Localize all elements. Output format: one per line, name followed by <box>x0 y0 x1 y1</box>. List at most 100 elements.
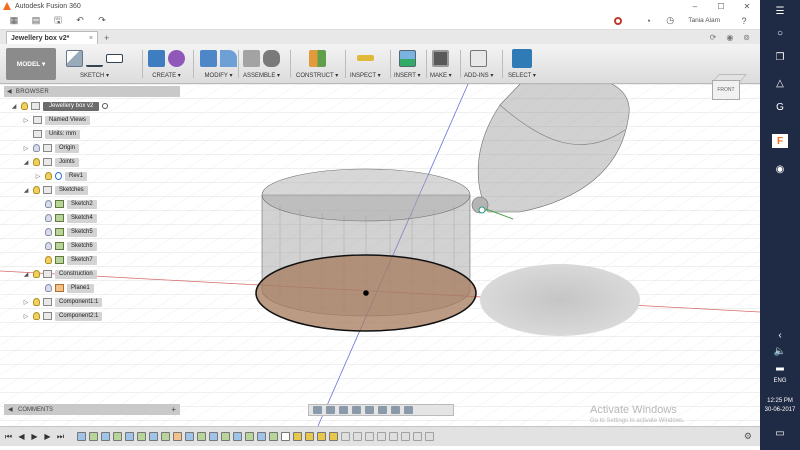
timeline-feature[interactable] <box>317 432 326 441</box>
fit-icon[interactable] <box>365 406 374 414</box>
form-sphere-icon[interactable] <box>168 49 185 67</box>
view-cube-front-face[interactable]: FRONT <box>712 80 740 100</box>
timeline-feature[interactable] <box>125 432 134 441</box>
network-icon[interactable]: ▂ <box>772 358 788 372</box>
tree-item-sketch6[interactable]: Sketch6 <box>42 240 97 252</box>
tree-item-sketch4[interactable]: Sketch4 <box>42 212 97 224</box>
visibility-bulb-icon[interactable] <box>45 200 52 208</box>
scripts-addins-icon[interactable] <box>470 49 488 67</box>
joint-marker-icon[interactable] <box>478 206 486 214</box>
redo-icon[interactable]: ↷ <box>94 14 110 28</box>
timeline-feature[interactable] <box>137 432 146 441</box>
grid-settings-icon[interactable] <box>391 406 400 414</box>
visibility-bulb-icon[interactable] <box>33 186 40 194</box>
visibility-bulb-icon[interactable] <box>45 214 52 222</box>
timeline-feature[interactable] <box>113 432 122 441</box>
chrome-icon[interactable]: ◉ <box>772 162 788 176</box>
google-drive-icon[interactable]: △ <box>772 76 788 90</box>
collapse-arrow-icon[interactable]: ◀ <box>8 406 13 413</box>
addins-group[interactable]: ADD-INS ▾ <box>464 47 493 83</box>
make-group[interactable]: MAKE ▾ <box>430 47 452 83</box>
timeline-feature[interactable] <box>413 432 422 441</box>
visibility-bulb-icon[interactable] <box>45 284 52 292</box>
timeline-first-button[interactable]: ⏮ <box>4 432 13 442</box>
joint-icon[interactable] <box>263 49 281 67</box>
expand-arrow-icon[interactable]: ◢ <box>10 103 18 110</box>
file-menu-icon[interactable]: ▤ <box>28 14 44 28</box>
volume-icon[interactable]: 🔈 <box>772 344 788 358</box>
job-status-icon[interactable]: ◔ <box>640 14 656 28</box>
data-icon[interactable]: ⊚ <box>743 31 750 44</box>
tree-item-sketch2[interactable]: Sketch2 <box>42 198 97 210</box>
timeline-feature[interactable] <box>389 432 398 441</box>
timeline-feature[interactable] <box>353 432 362 441</box>
timeline-feature[interactable] <box>257 432 266 441</box>
workspace-switcher-button[interactable]: MODEL ▾ <box>6 48 56 80</box>
zoom-icon[interactable] <box>352 406 361 414</box>
document-tab[interactable]: Jewellery box v2* × <box>6 31 98 44</box>
expand-arrow-icon[interactable]: ▷ <box>22 117 30 124</box>
timeline-feature[interactable] <box>365 432 374 441</box>
close-button[interactable]: ✕ <box>734 2 760 11</box>
tree-item-plane1[interactable]: Plane1 <box>42 282 94 294</box>
timeline-next-button[interactable]: ▶ <box>43 432 52 441</box>
expand-arrow-icon[interactable]: ◢ <box>22 271 30 278</box>
timeline-feature[interactable] <box>269 432 278 441</box>
comments-panel[interactable]: ◀ COMMENTS + <box>4 404 180 415</box>
tree-item-rev1[interactable]: ▷ Rev1 <box>34 170 88 182</box>
timeline-settings-icon[interactable]: ⚙ <box>744 431 752 442</box>
timeline-feature[interactable] <box>233 432 242 441</box>
visibility-bulb-icon[interactable] <box>33 312 40 320</box>
timeline-track[interactable] <box>77 432 434 441</box>
timeline-feature[interactable] <box>341 432 350 441</box>
select-group[interactable]: SELECT ▾ <box>508 47 536 83</box>
maximize-button[interactable]: ☐ <box>708 2 734 11</box>
clock-date[interactable]: 30-06-2017 <box>760 407 800 413</box>
hamburger-menu-icon[interactable]: ☰ <box>772 4 788 18</box>
tree-root[interactable]: ◢ Jewellery box v2 <box>10 100 109 112</box>
user-name[interactable]: Tania Alam <box>688 17 720 24</box>
expand-arrow-icon[interactable]: ▷ <box>22 145 30 152</box>
tree-item-joints[interactable]: ◢ Joints <box>22 156 79 168</box>
visibility-bulb-icon[interactable] <box>45 242 52 250</box>
box-body-top[interactable] <box>261 168 471 222</box>
line-icon[interactable] <box>86 50 103 67</box>
expand-arrow-icon[interactable]: ◢ <box>22 187 30 194</box>
view-cube[interactable]: FRONT <box>708 74 747 104</box>
data-panel-grid-icon[interactable]: ▦ <box>6 14 22 28</box>
tree-item-sketches[interactable]: ◢ Sketches <box>22 184 88 196</box>
timeline-feature[interactable] <box>305 432 314 441</box>
create-sketch-icon[interactable] <box>66 49 83 67</box>
action-center-icon[interactable]: ▭ <box>772 426 788 440</box>
timeline-feature[interactable] <box>101 432 110 441</box>
create-group[interactable]: CREATE ▾ <box>148 47 185 83</box>
timeline-feature[interactable] <box>89 432 98 441</box>
minimize-button[interactable]: ‒ <box>682 2 708 11</box>
timeline-feature[interactable] <box>185 432 194 441</box>
construct-group[interactable]: CONSTRUCT ▾ <box>296 47 338 83</box>
fillet-icon[interactable] <box>220 49 237 67</box>
pan-hand-icon[interactable] <box>339 406 348 414</box>
help-icon[interactable]: ? <box>736 14 752 28</box>
task-view-icon[interactable]: ❐ <box>772 50 788 64</box>
expand-arrow-icon[interactable]: ▷ <box>22 313 30 320</box>
inspect-group[interactable]: INSPECT ▾ <box>350 47 381 83</box>
insert-group[interactable]: INSERT ▾ <box>394 47 420 83</box>
modify-group[interactable]: MODIFY ▾ <box>200 47 237 83</box>
new-tab-icon[interactable]: + <box>104 32 109 44</box>
undo-icon[interactable]: ↶ <box>72 14 88 28</box>
tab-close-icon[interactable]: × <box>89 35 93 42</box>
timeline-feature[interactable] <box>197 432 206 441</box>
3d-print-icon[interactable] <box>432 49 450 67</box>
rectangle-icon[interactable] <box>106 53 123 63</box>
browser-header[interactable]: ◀ BROWSER <box>4 86 180 97</box>
visibility-bulb-icon[interactable] <box>21 102 28 110</box>
origin-point[interactable] <box>363 290 369 296</box>
timeline-feature[interactable] <box>281 432 290 441</box>
tree-item-origin[interactable]: ▷ Origin <box>22 142 80 154</box>
display-settings-icon[interactable] <box>378 406 387 414</box>
show-hidden-icons-icon[interactable]: ‹ <box>772 328 788 342</box>
timeline-feature[interactable] <box>149 432 158 441</box>
timeline-feature[interactable] <box>329 432 338 441</box>
visibility-bulb-icon[interactable] <box>45 228 52 236</box>
